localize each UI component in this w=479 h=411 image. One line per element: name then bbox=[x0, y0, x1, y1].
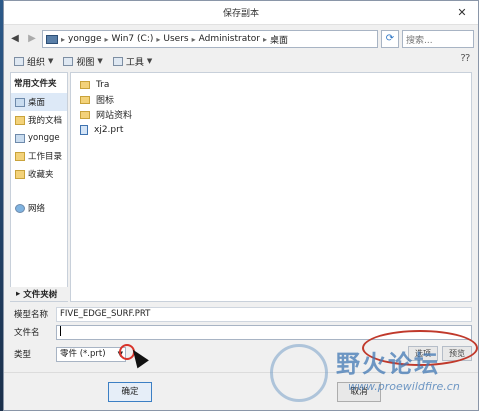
views-label: 视图 bbox=[76, 57, 95, 68]
sidebar-item-computer[interactable]: yongge bbox=[11, 129, 67, 147]
folder-icon bbox=[80, 110, 90, 119]
common-folders-sidebar: 常用文件夹 桌面 我的文档 yongge 工作目录 收藏夹 网络 bbox=[10, 72, 68, 302]
toolbar: 组织 ▼ 视图 ▼ 工具 ▼ ⁇ bbox=[8, 52, 474, 70]
dialog-title: 保存副本 bbox=[222, 9, 259, 19]
cancel-button[interactable]: 取消 bbox=[337, 382, 381, 402]
file-name-label: 文件名 bbox=[14, 328, 40, 338]
list-item[interactable]: xj2.prt bbox=[77, 122, 465, 137]
file-name: Tra bbox=[96, 79, 110, 90]
breadcrumb-item[interactable]: Administrator bbox=[199, 34, 260, 44]
computer-icon bbox=[46, 34, 58, 44]
breadcrumb-item[interactable]: 桌面 bbox=[270, 33, 288, 46]
title-bar: 保存副本 ✕ bbox=[4, 1, 478, 25]
sidebar-item-label: 收藏夹 bbox=[28, 170, 54, 180]
sidebar-item-documents[interactable]: 我的文档 bbox=[11, 111, 67, 129]
tools-label: 工具 bbox=[125, 57, 144, 68]
chevron-down-icon: ▼ bbox=[146, 57, 153, 65]
sidebar-item-label: 桌面 bbox=[28, 98, 46, 108]
model-name-field: FIVE_EDGE_SURF.PRT bbox=[56, 306, 472, 322]
sidebar-item-working-dir[interactable]: 工作目录 bbox=[11, 147, 67, 165]
sidebar-item-label: 网络 bbox=[28, 204, 46, 214]
crumb-separator: ▸ bbox=[191, 34, 196, 44]
folder-icon bbox=[80, 80, 90, 89]
network-icon bbox=[15, 203, 25, 213]
type-label: 类型 bbox=[14, 350, 32, 360]
breadcrumb-item[interactable]: yongge bbox=[68, 34, 102, 44]
crumb-separator: ▸ bbox=[104, 34, 109, 44]
sidebar-item-desktop[interactable]: 桌面 bbox=[11, 93, 67, 111]
file-name: xj2.prt bbox=[94, 124, 124, 135]
chevron-down-icon: ▼ bbox=[48, 57, 54, 65]
tools-icon bbox=[112, 56, 123, 66]
forward-button[interactable]: ▶ bbox=[25, 31, 39, 47]
breadcrumb-item[interactable]: Users bbox=[163, 34, 188, 44]
organize-label: 组织 bbox=[27, 57, 46, 68]
crumb-separator: ▸ bbox=[61, 34, 66, 44]
crumb-separator: ▸ bbox=[262, 34, 267, 44]
favorites-icon bbox=[15, 169, 25, 179]
sidebar-item-label: 工作目录 bbox=[28, 152, 63, 162]
list-item[interactable]: 图标 bbox=[77, 92, 465, 107]
sidebar-item-label: yongge bbox=[28, 133, 60, 143]
address-bar[interactable]: ▸ yongge ▸ Win7 (C:) ▸ Users ▸ Administr… bbox=[42, 30, 378, 48]
folder-tree-toggle[interactable]: ▸ 文件夹树 bbox=[10, 287, 68, 301]
file-name: 图标 bbox=[96, 96, 115, 106]
folder-icon bbox=[80, 95, 90, 104]
sidebar-item-label: 我的文档 bbox=[28, 116, 63, 126]
views-icon bbox=[63, 56, 74, 66]
help-icon[interactable]: ⁇ bbox=[461, 53, 470, 64]
computer-icon bbox=[15, 133, 25, 143]
documents-icon bbox=[15, 115, 25, 125]
list-item[interactable]: 网站资料 bbox=[77, 107, 465, 122]
file-list: Tra 图标 网站资料 xj2.prt bbox=[70, 72, 472, 302]
sidebar-item-favorites[interactable]: 收藏夹 bbox=[11, 165, 67, 183]
organize-icon bbox=[14, 56, 24, 66]
close-icon[interactable]: ✕ bbox=[454, 5, 470, 21]
model-name-label: 模型名称 bbox=[14, 310, 49, 320]
part-file-icon bbox=[80, 124, 88, 135]
file-type-select[interactable]: 零件 (*.prt) ▼ bbox=[56, 346, 126, 362]
tools-menu-button[interactable]: 工具 ▼ bbox=[112, 55, 153, 68]
search-input[interactable]: 搜索... bbox=[402, 30, 474, 48]
chevron-right-icon: ▸ bbox=[16, 289, 21, 299]
working-dir-icon bbox=[15, 151, 25, 161]
desktop-icon bbox=[15, 97, 25, 107]
chevron-down-icon: ▼ bbox=[97, 57, 103, 65]
folder-tree-label: 文件夹树 bbox=[23, 290, 58, 300]
button-bar: 确定 取消 bbox=[4, 372, 478, 410]
address-row: ◀ ▶ ▸ yongge ▸ Win7 (C:) ▸ Users ▸ Admin… bbox=[8, 29, 474, 49]
ok-button[interactable]: 确定 bbox=[108, 382, 152, 402]
back-button[interactable]: ◀ bbox=[8, 31, 22, 47]
sidebar-item-network[interactable]: 网络 bbox=[11, 199, 67, 217]
file-name: 网站资料 bbox=[96, 111, 133, 121]
file-type-value: 零件 (*.prt) bbox=[60, 348, 106, 359]
crumb-separator: ▸ bbox=[156, 34, 161, 44]
model-name-row: 模型名称 FIVE_EDGE_SURF.PRT bbox=[10, 306, 472, 322]
annotation-ellipse bbox=[362, 330, 478, 366]
breadcrumb-item[interactable]: Win7 (C:) bbox=[112, 34, 154, 44]
sidebar-header: 常用文件夹 bbox=[14, 79, 57, 89]
views-menu-button[interactable]: 视图 ▼ bbox=[63, 55, 103, 68]
organize-menu-button[interactable]: 组织 ▼ bbox=[14, 55, 53, 68]
list-item[interactable]: Tra bbox=[77, 77, 465, 92]
refresh-icon[interactable]: ⟳ bbox=[381, 30, 399, 48]
